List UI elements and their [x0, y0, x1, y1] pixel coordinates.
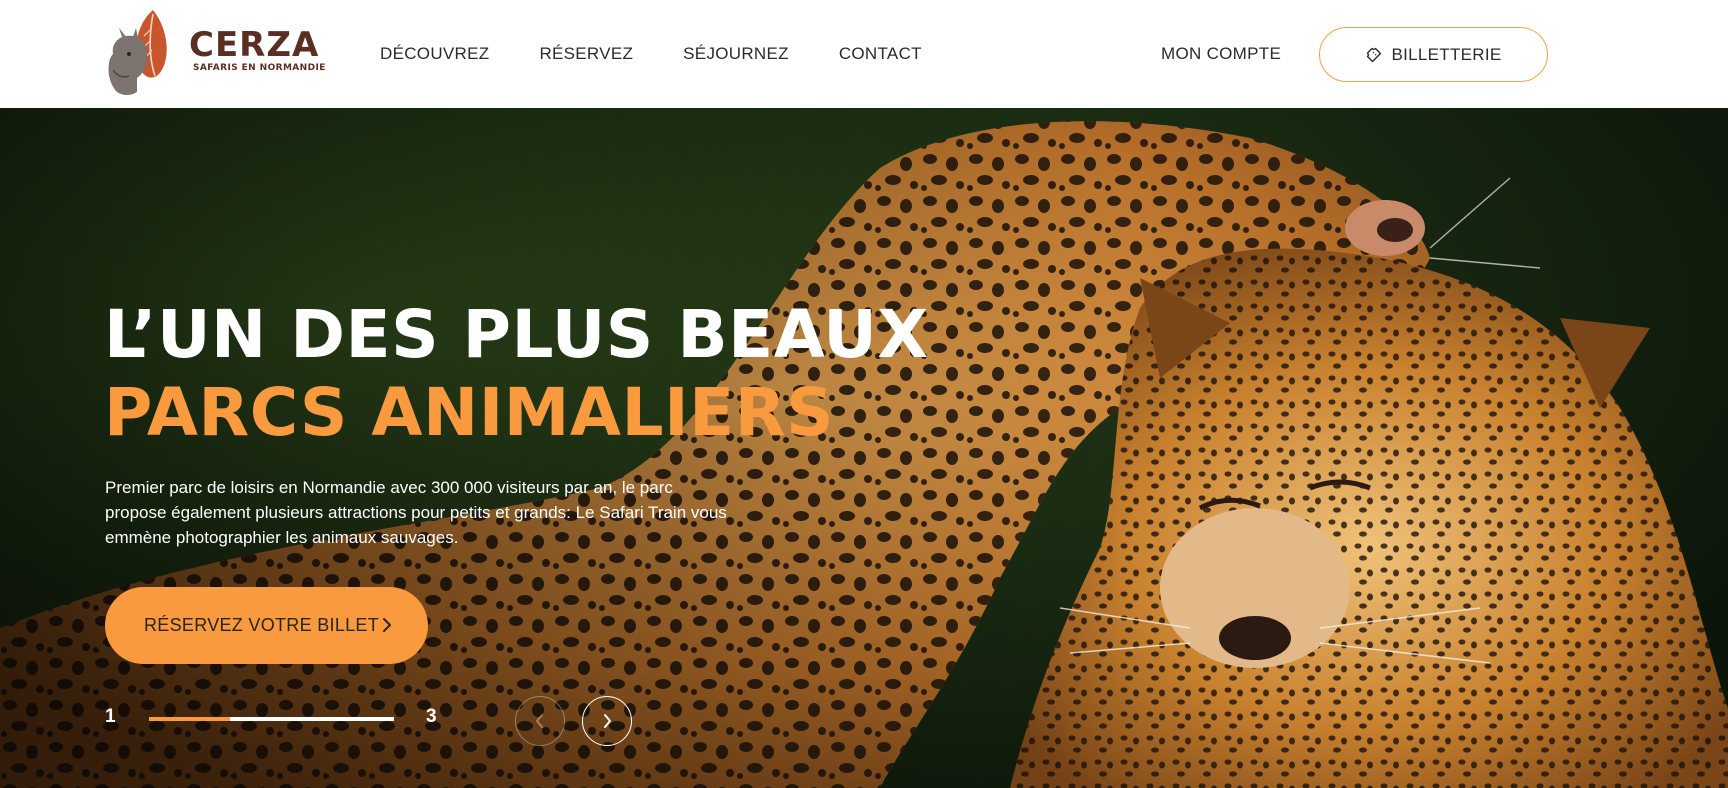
rhino-leaf-logo-icon: [108, 10, 167, 95]
main-nav: DÉCOUVREZ RÉSERVEZ SÉJOURNEZ CONTACT: [380, 0, 972, 108]
hero-title-line2: PARCS ANIMALIERS: [104, 374, 835, 451]
hero-slider: L’UN DES PLUS BEAUX PARCS ANIMALIERS Pre…: [0, 108, 1728, 788]
slider-prev-button[interactable]: [515, 696, 565, 746]
hero-title-line1: L’UN DES PLUS BEAUX: [104, 296, 929, 373]
cerza-logo[interactable]: CERZA SAFARIS EN NORMANDIE: [103, 6, 325, 98]
logo-tagline: SAFARIS EN NORMANDIE: [193, 63, 326, 73]
slider-next-button[interactable]: [582, 696, 632, 746]
nav-item-sejournez[interactable]: SÉJOURNEZ: [683, 44, 789, 64]
slide-progress-bar: [149, 717, 394, 721]
slide-current-number: 1: [105, 706, 116, 727]
book-ticket-button[interactable]: RÉSERVEZ VOTRE BILLET: [105, 587, 428, 664]
book-ticket-label: RÉSERVEZ VOTRE BILLET: [144, 615, 380, 635]
nav-item-reservez[interactable]: RÉSERVEZ: [539, 44, 633, 64]
chevron-right-icon: [383, 618, 391, 632]
nav-item-contact[interactable]: CONTACT: [839, 44, 922, 64]
hero-description: Premier parc de loisirs en Normandie ave…: [105, 478, 727, 547]
slide-progress-fill: [149, 717, 230, 721]
logo-wordmark: CERZA: [189, 25, 320, 65]
ticketing-label: BILLETTERIE: [1391, 44, 1502, 64]
site-header: CERZA SAFARIS EN NORMANDIE DÉCOUVREZ RÉS…: [0, 0, 1728, 108]
chevron-right-icon: [604, 714, 611, 728]
ticketing-button[interactable]: BILLETTERIE: [1319, 27, 1548, 82]
chevron-left-icon: [536, 714, 543, 728]
ticket-icon: [1367, 47, 1382, 62]
slide-total-number: 3: [426, 706, 437, 727]
nav-item-decouvrez[interactable]: DÉCOUVREZ: [380, 44, 489, 64]
account-link[interactable]: MON COMPTE: [1161, 44, 1281, 64]
